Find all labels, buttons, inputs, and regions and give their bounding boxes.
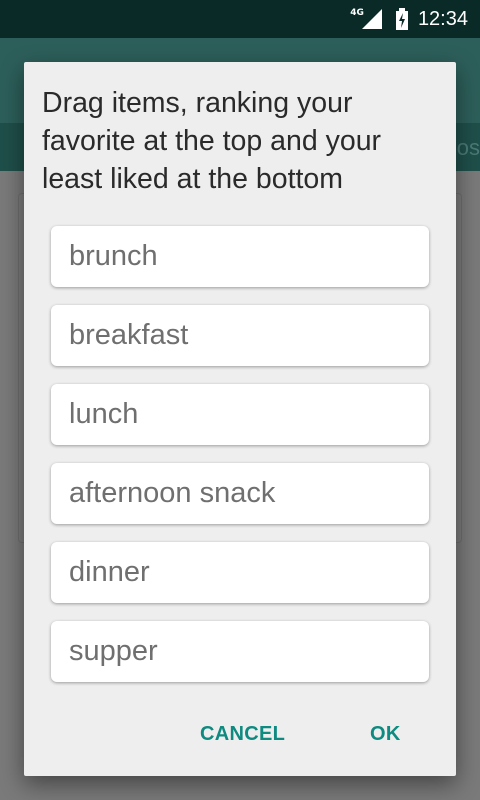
rank-item-lunch[interactable]: lunch [51,384,429,445]
ok-button[interactable]: OK [370,714,401,754]
rank-item-breakfast[interactable]: breakfast [51,305,429,366]
network-type: 4G [350,8,364,18]
status-clock: 12:34 [417,7,468,30]
rank-item-afternoon-snack[interactable]: afternoon snack [51,463,429,524]
rank-item-supper[interactable]: supper [51,621,429,682]
signal-icon [361,9,382,29]
status-bar: 4G 12:34 [0,0,480,38]
rank-list: brunch breakfast lunch afternoon snack d… [51,226,429,700]
rank-item-dinner[interactable]: dinner [51,542,429,603]
cancel-button[interactable]: CANCEL [200,714,285,754]
ranking-dialog: Drag items, ranking your favorite at the… [24,62,456,776]
rank-item-brunch[interactable]: brunch [51,226,429,287]
dialog-title: Drag items, ranking your favorite at the… [42,87,382,195]
app-tab-fragment: os [456,135,480,160]
dialog-actions: CANCEL OK [24,714,456,754]
battery-charging-icon [395,8,408,30]
